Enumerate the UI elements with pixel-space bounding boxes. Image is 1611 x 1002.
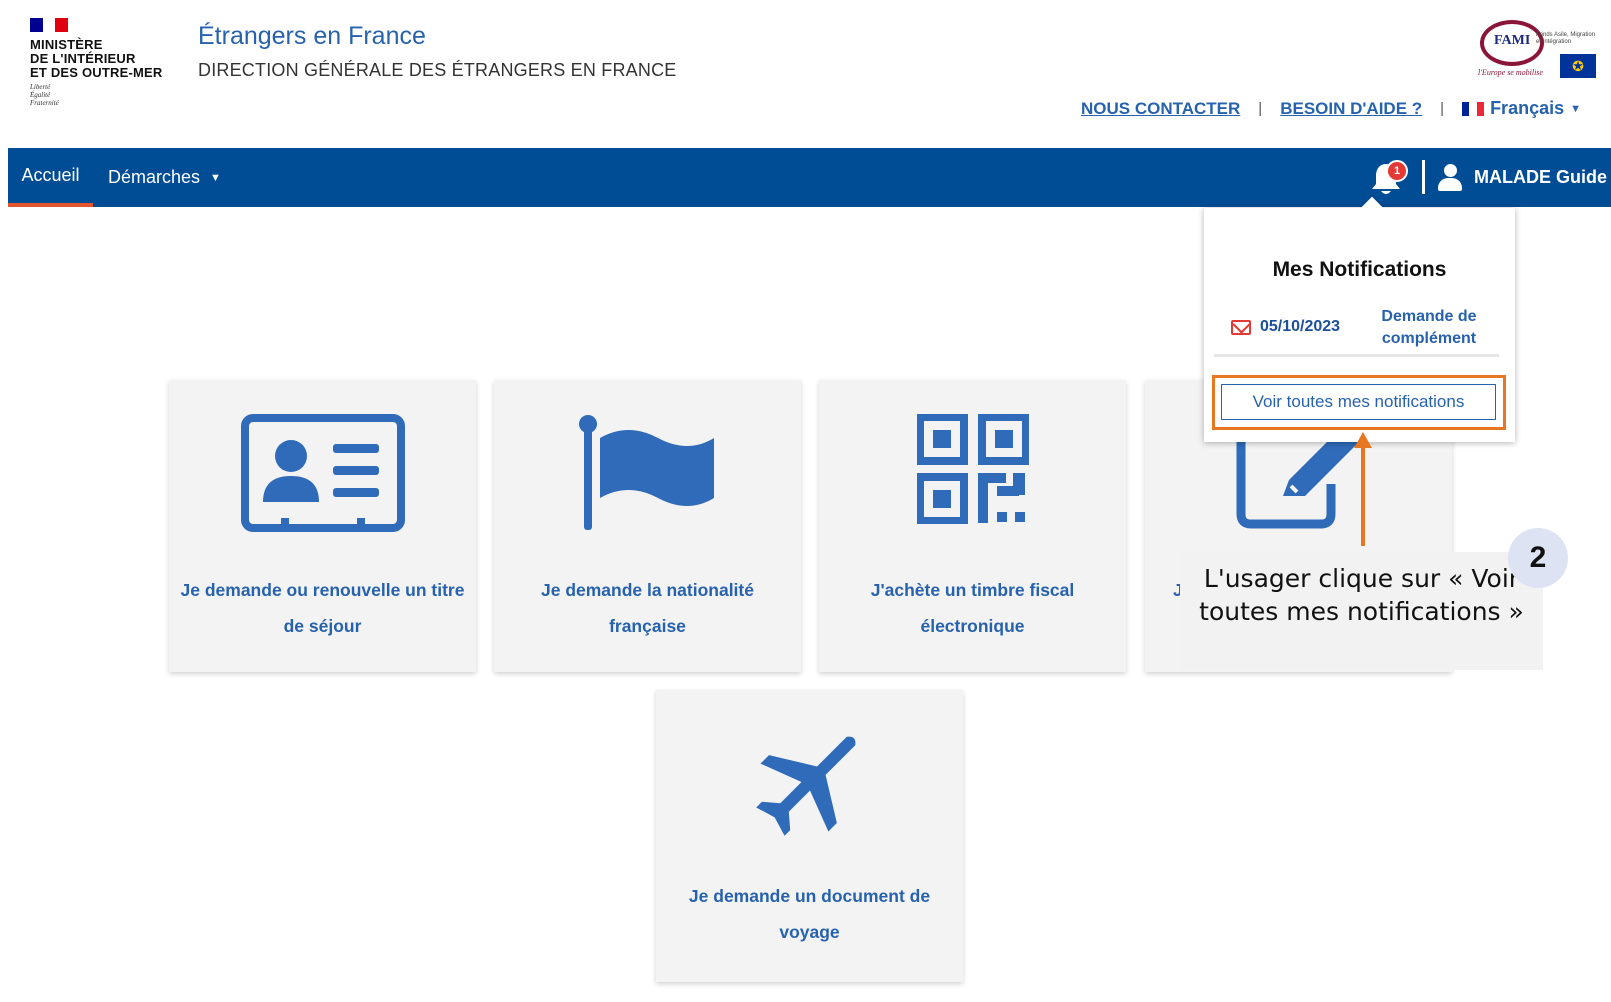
user-name: MALADE Guide [1474,167,1607,187]
nav-home[interactable]: Accueil [8,148,93,207]
annotation-text: L'usager clique sur « Voir toutes mes no… [1199,564,1524,626]
card-document-voyage[interactable]: Je demande un document de voyage [656,690,963,982]
language-label: Français [1490,98,1565,118]
notification-type[interactable]: Demande de complément [1364,306,1494,350]
card-timbre-fiscal[interactable]: J'achète un timbre fiscal électronique [819,380,1126,672]
link-separator: | [1440,100,1445,117]
fami-tagline: Fonds Asile, Migration et Intégration [1536,32,1596,45]
caret-down-icon: ▼ [1570,102,1581,115]
republic-motto: Liberté Égalité Fraternité [30,83,175,107]
site-title[interactable]: Étrangers en France [198,22,426,51]
site-header: MINISTÈRE DE L'INTÉRIEUR ET DES OUTRE-ME… [0,0,1611,148]
french-flag-icon [1462,101,1485,116]
ministry-logo[interactable]: MINISTÈRE DE L'INTÉRIEUR ET DES OUTRE-ME… [30,18,175,107]
card-nationalite[interactable]: Je demande la nationalité française [494,380,801,672]
flag-icon [578,415,714,530]
nav-home-label: Accueil [21,165,80,185]
qr-code-icon [916,414,1029,524]
nav-demarches-label: Démarches [108,167,201,187]
motto-fraternite: Fraternité [30,99,59,107]
id-card-icon [240,414,405,532]
language-selector[interactable]: Français ▼ [1462,98,1581,119]
notification-date[interactable]: 05/10/2023 [1260,318,1340,336]
ministry-line-2: DE L'INTÉRIEUR [30,51,136,66]
notifications-dropdown: Mes Notifications 05/10/2023 Demande de … [1204,196,1515,442]
marianne-flag-icon [30,18,69,32]
top-links: NOUS CONTACTER | BESOIN D'AIDE ? | Franç… [1081,98,1581,119]
annotation-step-number: 2 [1508,528,1568,588]
ministry-line-3: ET DES OUTRE-MER [30,65,163,80]
ministry-line-1: MINISTÈRE [30,37,103,52]
contact-link[interactable]: NOUS CONTACTER [1081,99,1240,119]
card-label: Je demande un document de voyage [688,886,931,942]
divider [1214,354,1499,357]
card-label: Je demande la nationalité française [541,580,754,636]
eu-flag-icon: ✪ [1560,54,1596,78]
envelope-icon [1231,320,1251,335]
see-all-notifications-button[interactable]: Voir toutes mes notifications [1221,384,1496,420]
help-link[interactable]: BESOIN D'AIDE ? [1280,99,1422,119]
caret-down-icon: ▼ [210,171,221,184]
nav-demarches-dropdown[interactable]: Démarches ▼ [108,148,221,207]
fami-motto: l'Europe se mobilise [1478,68,1543,77]
airplane-icon [755,736,855,836]
motto-egalite: Égalité [30,91,51,99]
site-subtitle: DIRECTION GÉNÉRALE DES ÉTRANGERS EN FRAN… [198,60,677,80]
nav-divider [1422,160,1425,194]
notifications-title: Mes Notifications [1272,258,1447,281]
annotation-callout: L'usager clique sur « Voir toutes mes no… [1180,552,1543,670]
user-icon [1438,163,1462,192]
card-titre-sejour[interactable]: Je demande ou renouvelle un titre de séj… [169,380,476,672]
motto-liberte: Liberté [30,83,51,91]
fami-logo: FAMI Fonds Asile, Migration et Intégrati… [1478,18,1598,80]
link-separator: | [1258,100,1263,117]
notification-count-badge: 1 [1386,160,1408,182]
card-label: Je demande ou renouvelle un titre de séj… [180,580,465,636]
fami-name: FAMI [1494,33,1531,48]
notifications-button[interactable]: 1 [1368,160,1408,200]
user-menu[interactable]: MALADE Guide [1438,148,1607,207]
card-label: J'achète un timbre fiscal électronique [870,580,1075,636]
annotation-arrow-line [1361,446,1365,546]
